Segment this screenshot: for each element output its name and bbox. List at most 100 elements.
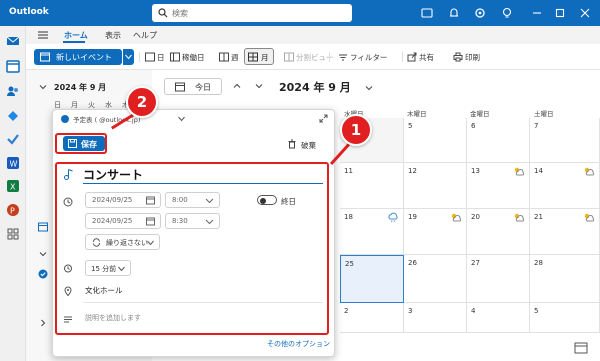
- tab-home[interactable]: ホーム: [64, 30, 88, 41]
- gear-icon[interactable]: [473, 6, 487, 20]
- share-label: 共有: [419, 53, 434, 62]
- active-tab-underline: [63, 41, 85, 43]
- calendar-day-cell[interactable]: 4: [467, 303, 530, 333]
- calendar-day-cell[interactable]: 19: [404, 209, 467, 255]
- day-number: 11: [344, 167, 353, 175]
- calendar-day-cell[interactable]: 13: [467, 163, 530, 209]
- chevron-up-icon[interactable]: [232, 81, 242, 91]
- todo-icon[interactable]: [6, 132, 20, 146]
- bell-icon[interactable]: [447, 6, 461, 20]
- apps-icon[interactable]: [6, 227, 20, 241]
- workweek-view-label: 稼働日: [182, 53, 205, 62]
- calendar-icon[interactable]: [6, 59, 20, 73]
- close-icon[interactable]: [578, 6, 592, 20]
- calendar-day-cell[interactable]: 28: [530, 255, 600, 303]
- files-icon[interactable]: [6, 108, 20, 122]
- lightbulb-icon[interactable]: [500, 6, 514, 20]
- calendar-day-cell[interactable]: 18: [340, 209, 404, 255]
- partly-sunny-icon: [514, 167, 525, 176]
- day-number: 26: [408, 259, 417, 267]
- calendar-day-cell[interactable]: 25: [340, 255, 404, 303]
- month-view-button[interactable]: 月: [244, 48, 274, 65]
- day-view-button[interactable]: 日: [145, 50, 169, 64]
- calendar-day-cell[interactable]: 2: [340, 303, 404, 333]
- new-event-label: 新しいイベント: [56, 53, 112, 62]
- day-number: 6: [471, 122, 476, 130]
- calendar-day-cell[interactable]: 7: [530, 118, 600, 163]
- people-icon[interactable]: [6, 84, 20, 98]
- checkbox-checked-icon[interactable]: [38, 269, 48, 279]
- week-view-button[interactable]: 週: [219, 50, 243, 64]
- filter-button[interactable]: フィルター: [338, 50, 398, 64]
- calendar-day-cell[interactable]: 6: [467, 118, 530, 163]
- chevron-right-icon[interactable]: [38, 318, 48, 328]
- calendar-day-cell[interactable]: 5: [404, 118, 467, 163]
- split-view-icon: [284, 52, 294, 62]
- day-number: 20: [471, 213, 480, 221]
- print-button[interactable]: 印刷: [453, 50, 493, 64]
- word-icon[interactable]: W: [6, 156, 20, 170]
- toolbar: 新しいイベント 日 稼働日 週 月 分割ビュー フィルター 共有 印刷: [26, 44, 600, 70]
- calendar-day-cell[interactable]: 5: [530, 303, 600, 333]
- calendar-day-cell[interactable]: 20: [467, 209, 530, 255]
- calendar-day-cell[interactable]: 11: [340, 163, 404, 209]
- minimize-icon[interactable]: [530, 6, 544, 20]
- partly-sunny-icon: [584, 167, 595, 176]
- new-event-dropdown[interactable]: [123, 49, 134, 65]
- chevron-down-icon[interactable]: [365, 84, 373, 92]
- today-label: 今日: [195, 83, 211, 92]
- chevron-down-icon[interactable]: [39, 83, 47, 91]
- day-number: 18: [344, 213, 353, 221]
- calendar-day-cell[interactable]: 3: [404, 303, 467, 333]
- calendar-title[interactable]: 2024 年 9 月: [279, 79, 351, 95]
- day-number: 28: [534, 259, 543, 267]
- powerpoint-icon[interactable]: P: [6, 203, 20, 217]
- weekday-header: 木曜日: [407, 110, 427, 118]
- weekday-header: 金曜日: [470, 110, 490, 118]
- calendar-day-cell[interactable]: 26: [404, 255, 467, 303]
- new-event-icon: [40, 52, 50, 62]
- chevron-down-icon[interactable]: [178, 116, 185, 122]
- mail-icon[interactable]: [6, 34, 20, 48]
- search-box[interactable]: [152, 4, 352, 22]
- search-input[interactable]: [172, 6, 342, 20]
- app-title: Outlook: [9, 7, 49, 17]
- calendar-day-cell[interactable]: 27: [467, 255, 530, 303]
- day-number: 7: [534, 122, 539, 130]
- more-options-link[interactable]: その他のオプション: [267, 339, 330, 349]
- callout-marker-1: 1: [340, 114, 372, 146]
- calendar-day-cell[interactable]: 21: [530, 209, 600, 255]
- add-calendar-icon[interactable]: [38, 222, 48, 232]
- divider: [329, 52, 330, 62]
- title-bar: Outlook: [0, 0, 600, 26]
- hamburger-icon[interactable]: [38, 31, 48, 39]
- tab-help[interactable]: ヘルプ: [133, 30, 157, 41]
- day-number: 5: [534, 307, 539, 315]
- day-number: 21: [534, 213, 543, 221]
- divider: [139, 52, 140, 62]
- calendar-today-icon: [175, 82, 185, 92]
- calendar-day-cell[interactable]: 12: [404, 163, 467, 209]
- excel-icon[interactable]: X: [6, 179, 20, 193]
- rain-cloud-icon: [388, 212, 398, 222]
- share-button[interactable]: 共有: [407, 50, 447, 64]
- chevron-down-icon[interactable]: [254, 81, 264, 91]
- calendar-add-icon[interactable]: [574, 342, 588, 354]
- expand-icon[interactable]: [319, 114, 328, 123]
- svg-text:X: X: [10, 183, 16, 192]
- workweek-view-button[interactable]: 稼働日: [170, 50, 206, 64]
- meet-now-icon[interactable]: [420, 6, 434, 20]
- month-view-label: 月: [261, 53, 269, 62]
- app-rail: W X P: [0, 26, 26, 361]
- new-event-button[interactable]: 新しいイベント: [34, 49, 122, 65]
- day-number: 13: [471, 167, 480, 175]
- svg-text:P: P: [10, 207, 15, 216]
- chevron-down-icon[interactable]: [38, 249, 48, 259]
- calendar-day-cell[interactable]: 14: [530, 163, 600, 209]
- today-button[interactable]: 今日: [164, 78, 222, 95]
- day-number: 14: [534, 167, 543, 175]
- tab-view[interactable]: 表示: [105, 30, 121, 41]
- ribbon-tabs: ホーム 表示 ヘルプ: [26, 26, 600, 44]
- maximize-icon[interactable]: [553, 6, 567, 20]
- svg-text:W: W: [10, 160, 18, 169]
